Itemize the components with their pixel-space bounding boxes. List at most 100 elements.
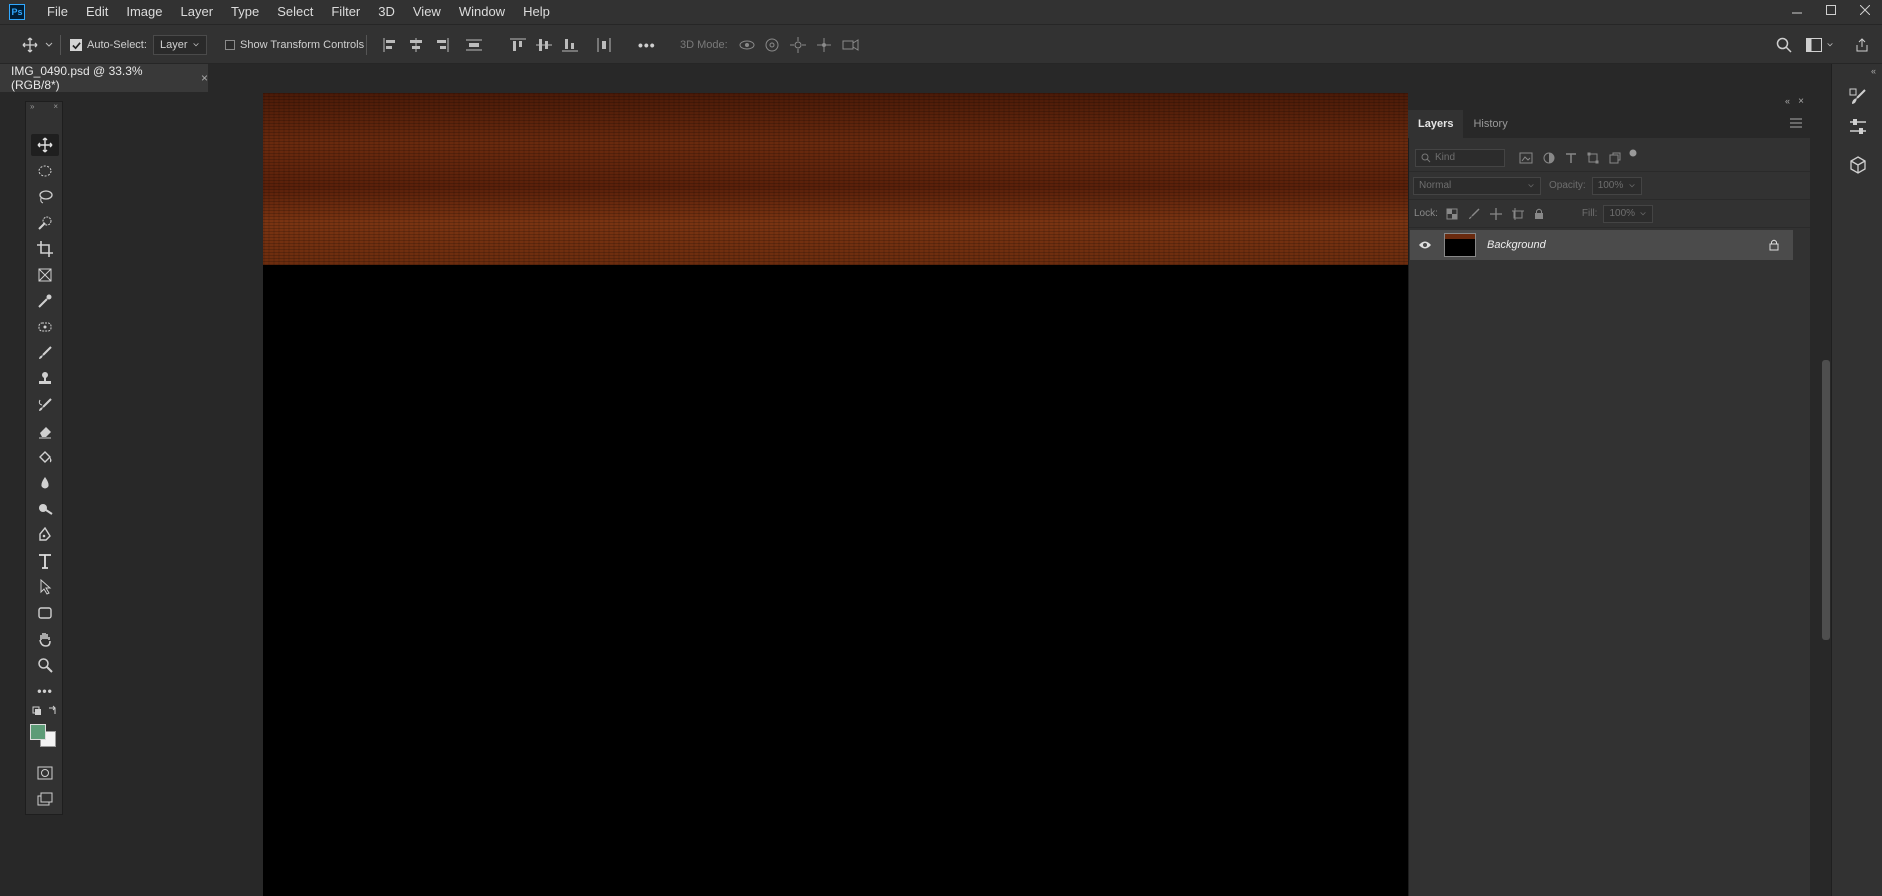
tab-history[interactable]: History [1463,110,1517,138]
minimize-icon[interactable] [1780,0,1814,20]
blend-mode-dropdown[interactable]: Normal [1413,176,1541,195]
type-tool-icon[interactable] [31,550,59,572]
history-brush-tool-icon[interactable] [31,394,59,416]
menu-filter[interactable]: Filter [322,0,369,24]
path-selection-tool-icon[interactable] [31,576,59,598]
filter-smart-object-icon[interactable] [1609,152,1621,164]
filter-toggle-icon[interactable] [1629,149,1637,157]
align-right-edges-icon[interactable] [434,25,450,65]
brush-tool-icon[interactable] [31,342,59,364]
menu-type[interactable]: Type [222,0,268,24]
collapse-panel-icon[interactable]: » [30,102,34,114]
menu-help[interactable]: Help [514,0,559,24]
orbit-3d-icon[interactable] [738,25,756,65]
layer-row[interactable]: Background [1410,230,1793,260]
lasso-tool-icon[interactable] [31,186,59,208]
distribute-horizontal-icon[interactable] [596,25,612,65]
filter-pixel-icon[interactable] [1519,152,1533,164]
canvas-black-region[interactable] [263,265,1408,896]
layer-lock-icon[interactable] [1769,239,1779,251]
align-horizontal-centers-icon[interactable] [408,25,424,65]
pen-tool-icon[interactable] [31,524,59,546]
pan-3d-icon[interactable] [790,25,806,65]
menu-view[interactable]: View [404,0,450,24]
eraser-tool-icon[interactable] [31,420,59,442]
lock-all-icon[interactable] [1534,208,1544,220]
zoom-tool-icon[interactable] [31,654,59,676]
layer-name[interactable]: Background [1487,239,1546,251]
marquee-tool-icon[interactable] [31,160,59,182]
slide-3d-icon[interactable] [816,25,832,65]
roll-3d-icon[interactable] [764,25,780,65]
show-transform-checkbox[interactable] [225,40,235,50]
menu-file[interactable]: File [38,0,77,24]
workspace-switcher-icon[interactable] [1806,25,1834,65]
menu-edit[interactable]: Edit [77,0,117,24]
close-panel-icon[interactable]: × [53,102,58,114]
eyedropper-tool-icon[interactable] [31,290,59,312]
menu-layer[interactable]: Layer [172,0,223,24]
filter-type-icon[interactable] [1565,152,1577,164]
move-tool-icon[interactable] [31,134,59,156]
filter-adjustment-icon[interactable] [1543,152,1555,164]
hand-tool-icon[interactable] [31,628,59,650]
spot-healing-tool-icon[interactable] [31,316,59,338]
panel-menu-icon[interactable] [1790,118,1802,128]
default-colors-icon[interactable] [32,706,41,715]
edit-toolbar-button[interactable]: ••• [31,680,59,702]
dodge-tool-icon[interactable] [31,498,59,520]
tab-layers[interactable]: Layers [1408,110,1464,138]
lock-transparent-pixels-icon[interactable] [1446,208,1458,220]
align-top-edges-icon[interactable] [510,25,526,65]
layers-scrollbar[interactable] [1822,360,1830,640]
3d-panel-icon[interactable] [1847,154,1869,176]
clone-stamp-tool-icon[interactable] [31,368,59,390]
menu-image[interactable]: Image [117,0,171,24]
close-document-icon[interactable]: × [201,71,208,85]
menu-select[interactable]: Select [268,0,322,24]
filter-kind-dropdown[interactable]: Kind [1415,148,1505,167]
close-window-icon[interactable] [1848,0,1882,20]
scale-3d-icon[interactable] [842,25,860,65]
frame-tool-icon[interactable] [31,264,59,286]
more-options-button[interactable]: ••• [638,37,656,53]
blur-tool-icon[interactable] [31,472,59,494]
align-vertical-centers-icon[interactable] [536,25,552,65]
screen-mode-icon[interactable] [31,788,59,810]
fill-input[interactable]: 100% [1603,204,1654,223]
photoshop-logo-icon[interactable]: Ps [9,4,25,20]
distribute-vertical-icon[interactable] [466,25,482,65]
search-icon[interactable] [1776,25,1792,65]
foreground-color-swatch[interactable] [30,724,46,740]
menu-window[interactable]: Window [450,0,514,24]
rectangle-tool-icon[interactable] [31,602,59,624]
filter-shape-icon[interactable] [1587,152,1599,164]
quick-selection-tool-icon[interactable] [31,212,59,234]
close-dock-icon[interactable]: × [1798,96,1804,107]
adjustments-icon[interactable] [1847,116,1869,138]
lock-artboard-icon[interactable] [1511,207,1524,220]
maximize-icon[interactable] [1814,0,1848,20]
paint-bucket-tool-icon[interactable] [31,446,59,468]
quick-mask-icon[interactable] [31,762,59,784]
lock-position-icon[interactable] [1489,207,1502,220]
menu-3d[interactable]: 3D [369,0,404,24]
lock-image-pixels-icon[interactable] [1468,207,1480,220]
layer-thumbnail[interactable] [1444,233,1476,257]
opacity-input[interactable]: 100% [1591,176,1642,195]
share-icon[interactable] [1854,25,1870,65]
brush-settings-icon[interactable] [1847,86,1869,108]
align-bottom-edges-icon[interactable] [562,25,578,65]
crop-tool-icon[interactable] [31,238,59,260]
swap-colors-icon[interactable] [49,705,56,714]
tools-panel-header[interactable]: » × [26,102,62,114]
layer-visibility-eye-icon[interactable] [1418,240,1432,250]
align-left-edges-icon[interactable] [382,25,398,65]
expand-dock-icon[interactable]: « [1871,66,1876,76]
move-tool-preset-icon[interactable] [22,25,54,65]
collapse-dock-icon[interactable]: « [1785,96,1790,106]
auto-select-target-dropdown[interactable]: Layer [153,35,207,55]
canvas-wood-region[interactable] [263,93,1408,265]
document-tab[interactable]: IMG_0490.psd @ 33.3% (RGB/8*) × [0,64,208,92]
auto-select-checkbox[interactable] [70,39,82,51]
